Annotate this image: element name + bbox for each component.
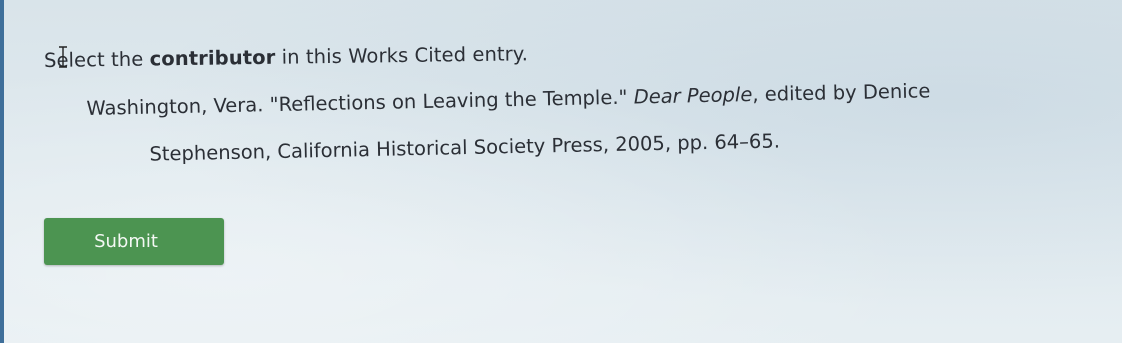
citation-contributor-start[interactable]: , edited by Denice <box>752 79 930 106</box>
panel-left-edge <box>0 0 4 343</box>
prompt-emphasis: contributor <box>149 45 276 71</box>
works-cited-entry: Washington, Vera. "Reflections on Leavin… <box>86 64 1078 179</box>
citation-author-and-title[interactable]: Washington, Vera. "Reflections on Leavin… <box>86 86 634 120</box>
prompt-suffix: in this Works Cited entry. <box>275 42 529 69</box>
question-prompt: Select the contributor in this Works Cit… <box>44 42 528 72</box>
citation-container-title[interactable]: Dear People <box>633 83 752 108</box>
submit-button[interactable]: Submit <box>44 218 224 265</box>
text-cursor-icon <box>59 46 67 68</box>
citation-second-line[interactable]: Stephenson, California Historical Societ… <box>87 111 1078 179</box>
